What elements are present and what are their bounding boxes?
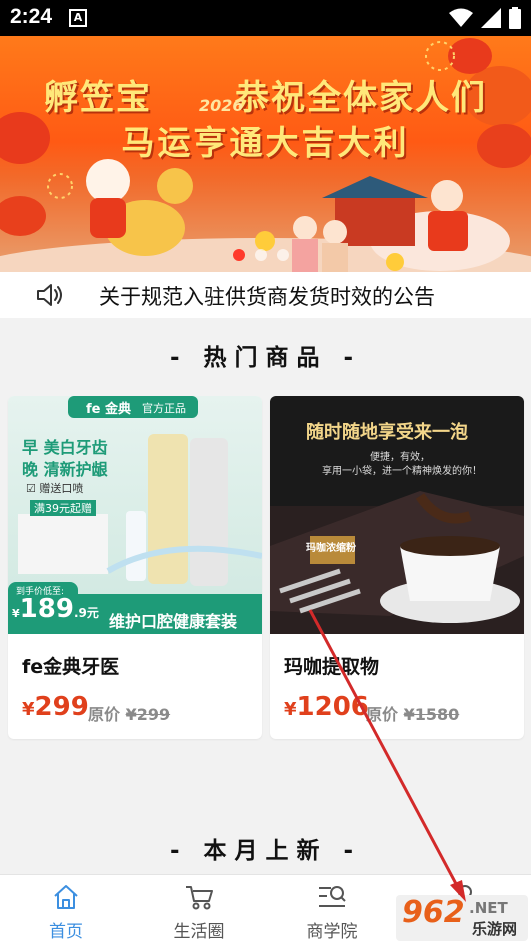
promo-banner[interactable]: 孵笠宝 恭祝全体家人们 2026 马运亨通大吉大利: [0, 36, 531, 272]
original-price: 原价 ¥299: [88, 705, 171, 724]
tab-label: 商学院: [306, 922, 358, 942]
carousel-dot[interactable]: [255, 249, 267, 261]
banner-subheadline: 马运亨通大吉大利: [121, 123, 410, 162]
wifi-icon: [449, 8, 473, 27]
cart-icon: [186, 886, 213, 910]
tab-label: 生活圈: [173, 922, 225, 942]
image-gift: ☑ 赠送口喷: [26, 482, 84, 495]
signal-icon: [481, 8, 501, 28]
image-subline: 享用一小袋，进一个精神焕发的你！: [322, 466, 482, 477]
tab-label: 首页: [49, 922, 83, 942]
battery-icon: [509, 7, 521, 29]
status-icons: [449, 6, 521, 30]
product-name[interactable]: fe金典牙医: [22, 652, 119, 679]
watermark-site: 乐游网: [472, 920, 518, 938]
announcement-text[interactable]: 关于规范入驻供货商发货时效的公告: [99, 281, 435, 311]
product-card[interactable]: 随时随地享受来一泡 便捷，有效， 享用一小袋，进一个精神焕发的你！ 玛咖浓缩粉 …: [270, 396, 524, 739]
tab-home[interactable]: 首页: [0, 875, 132, 945]
product-name[interactable]: 玛咖提取物: [284, 652, 379, 679]
banner-year: 2026: [199, 96, 244, 115]
list-search-icon: [319, 886, 346, 907]
speaker-icon: [37, 284, 62, 306]
original-price: 原价 ¥1580: [366, 705, 460, 724]
carousel-indicator: [233, 249, 289, 261]
image-caption: 维护口腔健康套装: [109, 612, 238, 631]
product-price: ¥1206: [284, 692, 369, 722]
tab-life-circle[interactable]: 生活圈: [133, 875, 265, 945]
image-promo: 满39元起赠: [30, 500, 96, 516]
image-headline: 随时随地享受来一泡: [306, 422, 468, 443]
new-this-month-title: - 本月上新 -: [169, 838, 362, 864]
status-time: 2:24: [10, 5, 53, 28]
status-bar: 2:24 A: [0, 0, 531, 36]
announcement-bar[interactable]: 关于规范入驻供货商发货时效的公告: [0, 272, 531, 318]
image-tag: 官方正品: [142, 402, 186, 415]
image-deal-price: ¥189.9元: [12, 594, 99, 624]
image-box-label: 玛咖浓缩粉: [306, 543, 356, 554]
image-subline: 便捷，有效，: [370, 452, 430, 463]
watermark-logo: 962: [402, 895, 465, 930]
product-price: ¥299: [22, 692, 89, 722]
image-brand: fe 金典: [86, 402, 131, 417]
notification-icon: A: [69, 9, 87, 27]
tab-business-school[interactable]: 商学院: [266, 875, 398, 945]
home-icon: [54, 885, 78, 909]
carousel-dot[interactable]: [233, 249, 245, 261]
watermark-net: .NET: [469, 899, 508, 917]
site-watermark: 962 .NET 乐游网: [396, 895, 528, 941]
image-line: 早 美白牙齿: [22, 438, 108, 457]
hot-products-title: - 热门商品 -: [169, 345, 362, 371]
image-line: 晚 清新护龈: [22, 460, 108, 479]
carousel-dot[interactable]: [277, 249, 289, 261]
banner-headline: 孵笠宝 恭祝全体家人们: [43, 78, 488, 118]
product-card[interactable]: fe 金典 官方正品 早 美白牙齿 晚 清新护龈 ☑ 赠送口喷 满39元起赠 到…: [8, 396, 262, 739]
